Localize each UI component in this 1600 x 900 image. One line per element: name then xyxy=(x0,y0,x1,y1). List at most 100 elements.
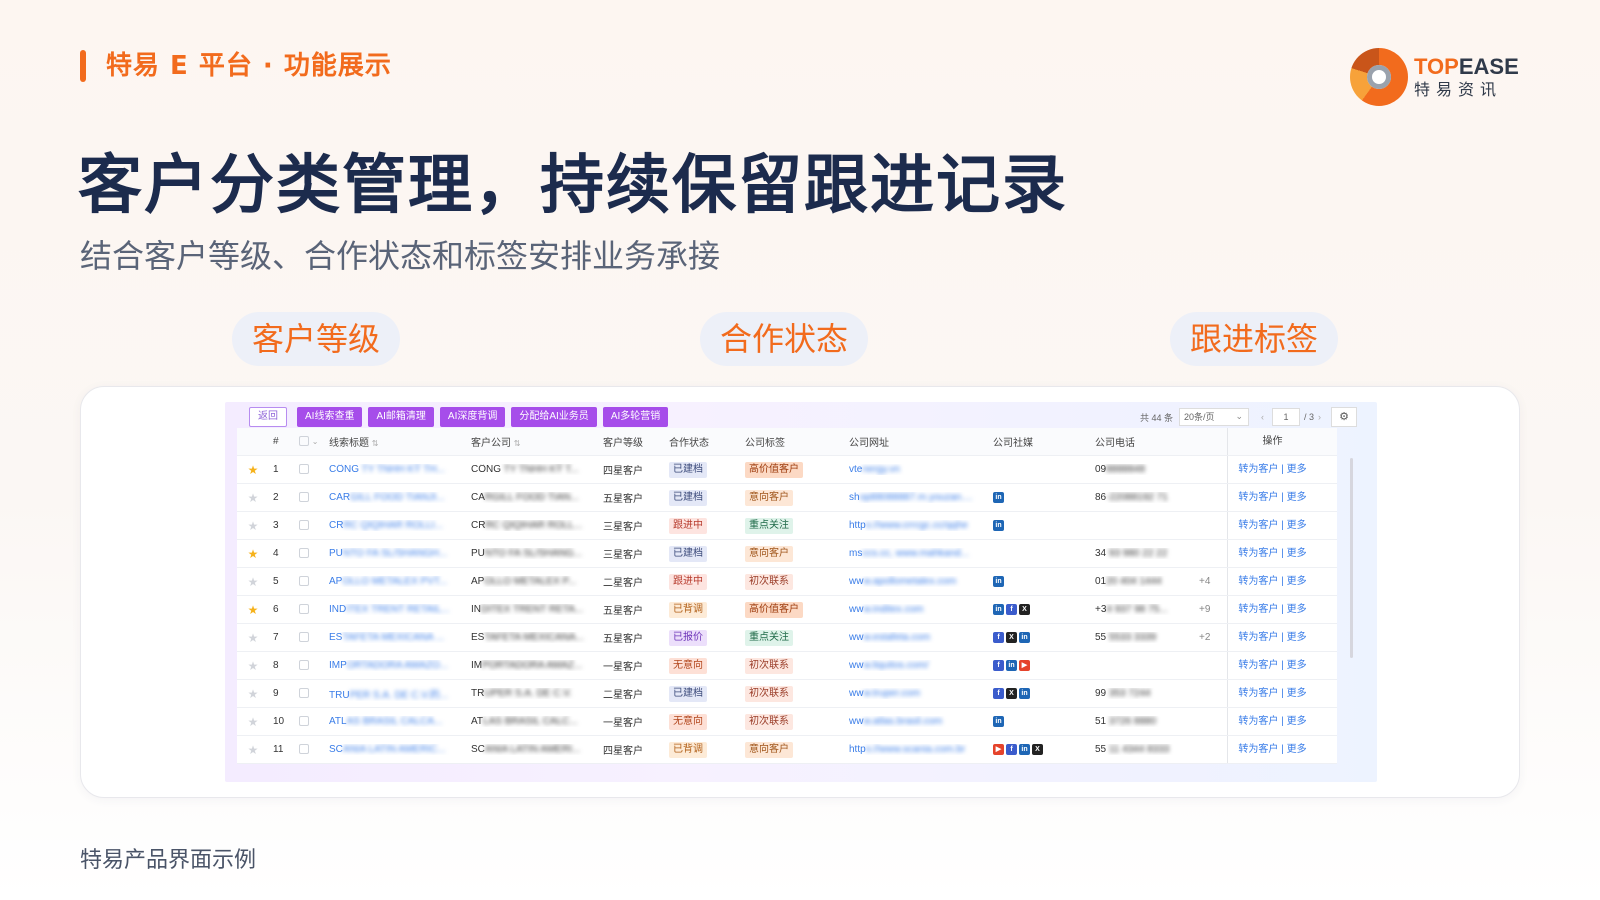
x-icon[interactable]: X xyxy=(1006,631,1017,643)
row-checkbox[interactable] xyxy=(299,660,309,671)
facebook-icon[interactable]: f xyxy=(993,659,1004,671)
row-checkbox[interactable] xyxy=(299,716,309,727)
table-row[interactable]: ★ 11 SCANIA LATIN AMERIC... SCANIA LATIN… xyxy=(237,736,1337,764)
more-link[interactable]: 更多 xyxy=(1287,604,1307,615)
facebook-icon[interactable]: f xyxy=(1006,743,1017,755)
company-url-link[interactable]: https://www.scania.com.br xyxy=(849,744,993,755)
ai-email-clean-button[interactable]: AI邮箱清理 xyxy=(368,407,434,427)
star-icon[interactable]: ★ xyxy=(248,491,259,505)
row-checkbox[interactable] xyxy=(299,604,309,615)
row-checkbox[interactable] xyxy=(299,548,309,559)
star-icon[interactable]: ★ xyxy=(248,631,259,645)
next-page-icon[interactable]: › xyxy=(1318,412,1321,422)
lead-title-link[interactable]: SCANIA LATIN AMERIC... xyxy=(329,744,471,755)
chevron-down-icon[interactable]: ⌄ xyxy=(312,437,319,446)
row-checkbox[interactable] xyxy=(299,492,309,503)
star-icon[interactable]: ★ xyxy=(248,659,259,673)
youtube-icon[interactable]: ▶ xyxy=(993,743,1004,755)
more-link[interactable]: 更多 xyxy=(1287,688,1307,699)
lead-title-link[interactable]: CRRC QIQIHAR ROLLI... xyxy=(329,520,471,531)
company-url-link[interactable]: vtenergy.vn xyxy=(849,464,993,475)
prev-page-icon[interactable]: ‹ xyxy=(1261,412,1264,422)
more-link[interactable]: 更多 xyxy=(1287,464,1307,475)
star-icon[interactable]: ★ xyxy=(248,743,259,757)
convert-to-customer-link[interactable]: 转为客户 xyxy=(1238,548,1278,559)
ai-multi-round-marketing-button[interactable]: AI多轮营销 xyxy=(602,407,669,427)
lead-title-link[interactable]: PUNTO FA SL/SHANGH... xyxy=(329,548,471,559)
star-icon[interactable]: ★ xyxy=(248,463,259,477)
row-checkbox[interactable] xyxy=(299,576,309,587)
linkedin-icon[interactable]: in xyxy=(993,575,1004,587)
more-phones-count[interactable]: +9 xyxy=(1199,604,1227,615)
ai-deep-research-button[interactable]: AI深度背调 xyxy=(439,407,506,427)
col-title[interactable]: 线索标题 ⇅ xyxy=(329,434,471,449)
lead-title-link[interactable]: ESTAFETA MEXICANA ... xyxy=(329,632,471,643)
star-icon[interactable]: ★ xyxy=(248,687,259,701)
assign-ai-agent-button[interactable]: 分配给AI业务员 xyxy=(511,407,597,427)
table-row[interactable]: ★ 10 ATLAS BRASIL CALCA... ATLAS BRASIL … xyxy=(237,708,1337,736)
convert-to-customer-link[interactable]: 转为客户 xyxy=(1238,576,1278,587)
company-url-link[interactable]: https://www.crrcgc.cc/qqhe xyxy=(849,520,993,531)
convert-to-customer-link[interactable]: 转为客户 xyxy=(1238,660,1278,671)
company-url-link[interactable]: www.liquitos.com/ xyxy=(849,660,993,671)
youtube-icon[interactable]: ▶ xyxy=(1019,659,1030,671)
row-checkbox[interactable] xyxy=(299,520,309,531)
linkedin-icon[interactable]: in xyxy=(993,491,1004,503)
more-link[interactable]: 更多 xyxy=(1287,660,1307,671)
table-row[interactable]: ★ 6 INDITEX TRENT RETAIL... INDITEX TREN… xyxy=(237,596,1337,624)
convert-to-customer-link[interactable]: 转为客户 xyxy=(1238,520,1278,531)
linkedin-icon[interactable]: in xyxy=(993,603,1004,615)
linkedin-icon[interactable]: in xyxy=(1019,743,1030,755)
more-phones-count[interactable]: +2 xyxy=(1199,632,1227,643)
table-row[interactable]: ★ 1 CÔNG TY TNHH KỸ TH... CÔNG TY TNHH K… xyxy=(237,456,1337,484)
convert-to-customer-link[interactable]: 转为客户 xyxy=(1238,716,1278,727)
company-url-link[interactable]: www.inditex.com xyxy=(849,604,993,615)
star-icon[interactable]: ★ xyxy=(248,715,259,729)
row-checkbox[interactable] xyxy=(299,688,309,699)
convert-to-customer-link[interactable]: 转为客户 xyxy=(1238,464,1278,475)
company-url-link[interactable]: www.atlas.brasil.com xyxy=(849,716,993,727)
select-all-checkbox[interactable] xyxy=(299,436,309,447)
lead-title-link[interactable]: ATLAS BRASIL CALCA... xyxy=(329,716,471,727)
star-icon[interactable]: ★ xyxy=(248,519,259,533)
facebook-icon[interactable]: f xyxy=(1006,603,1017,615)
star-icon[interactable]: ★ xyxy=(248,603,259,617)
table-row[interactable]: ★ 8 IMPORTADORA AMAZO... IMPORTADORA AMA… xyxy=(237,652,1337,680)
table-scrollbar[interactable] xyxy=(1350,458,1353,658)
more-link[interactable]: 更多 xyxy=(1287,632,1307,643)
facebook-icon[interactable]: f xyxy=(993,687,1004,699)
convert-to-customer-link[interactable]: 转为客户 xyxy=(1238,744,1278,755)
convert-to-customer-link[interactable]: 转为客户 xyxy=(1238,492,1278,503)
more-link[interactable]: 更多 xyxy=(1287,744,1307,755)
lead-title-link[interactable]: IMPORTADORA AMAZO... xyxy=(329,660,471,671)
table-row[interactable]: ★ 7 ESTAFETA MEXICANA ... ESTAFETA MEXIC… xyxy=(237,624,1337,652)
star-icon[interactable]: ★ xyxy=(248,575,259,589)
page-size-select[interactable]: 20条/页 xyxy=(1178,408,1249,426)
more-link[interactable]: 更多 xyxy=(1287,576,1307,587)
more-link[interactable]: 更多 xyxy=(1287,548,1307,559)
row-checkbox[interactable] xyxy=(299,632,309,643)
lead-title-link[interactable]: CARGILL FOOD TIANJI... xyxy=(329,492,471,503)
row-checkbox[interactable] xyxy=(299,464,309,475)
linkedin-icon[interactable]: in xyxy=(993,715,1004,727)
more-link[interactable]: 更多 xyxy=(1287,716,1307,727)
convert-to-customer-link[interactable]: 转为客户 xyxy=(1238,604,1278,615)
table-row[interactable]: ★ 9 TRUPER S.A. DE C.V.的... TRUPER S.A. … xyxy=(237,680,1337,708)
more-phones-count[interactable]: +4 xyxy=(1199,576,1227,587)
lead-title-link[interactable]: INDITEX TRENT RETAIL... xyxy=(329,604,471,615)
lead-title-link[interactable]: CÔNG TY TNHH KỸ TH... xyxy=(329,464,471,475)
more-link[interactable]: 更多 xyxy=(1287,520,1307,531)
company-url-link[interactable]: www.apollometalex.com xyxy=(849,576,993,587)
company-url-link[interactable]: www.estafeta.com xyxy=(849,632,993,643)
lead-title-link[interactable]: APOLLO METALEX PVT... xyxy=(329,576,471,587)
company-url-link[interactable]: msccs.cc, www.mahkand... xyxy=(849,548,993,559)
linkedin-icon[interactable]: in xyxy=(993,519,1004,531)
more-link[interactable]: 更多 xyxy=(1287,492,1307,503)
table-row[interactable]: ★ 5 APOLLO METALEX PVT... APOLLO METALEX… xyxy=(237,568,1337,596)
gear-icon[interactable]: ⚙ xyxy=(1331,407,1357,427)
facebook-icon[interactable]: f xyxy=(993,631,1004,643)
lead-title-link[interactable]: TRUPER S.A. DE C.V.的... xyxy=(329,686,471,701)
ai-dedupe-button[interactable]: AI线索查重 xyxy=(297,407,363,427)
linkedin-icon[interactable]: in xyxy=(1019,631,1030,643)
x-icon[interactable]: X xyxy=(1019,603,1030,615)
